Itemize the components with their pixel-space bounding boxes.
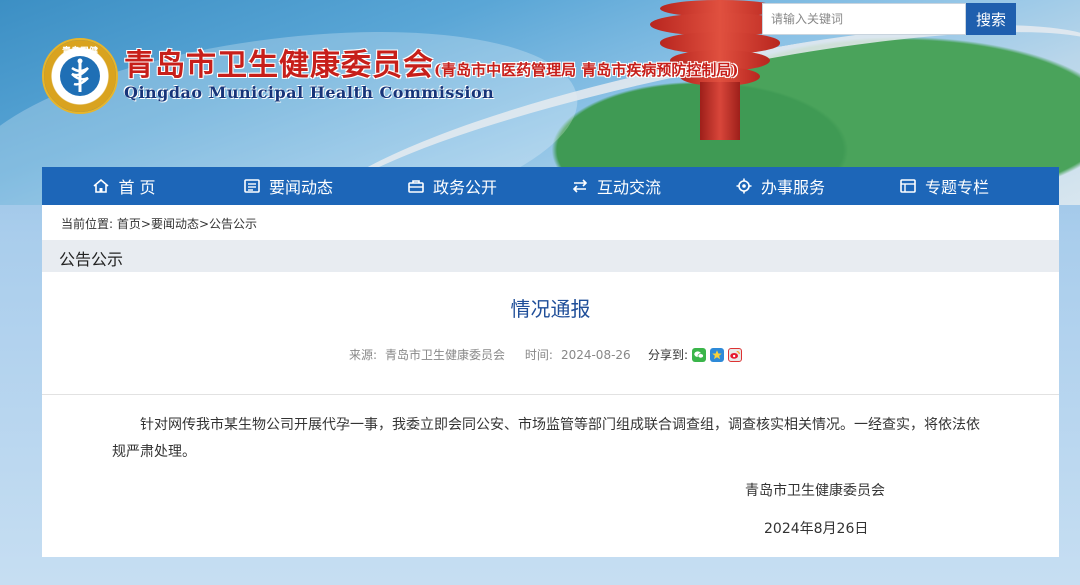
nav-item-gov-affairs[interactable]: 政务公开 <box>370 167 534 205</box>
nav-item-topics[interactable]: 专题专栏 <box>862 167 1026 205</box>
search-input[interactable] <box>762 3 966 35</box>
share-label: 分享到: <box>648 348 689 362</box>
time-text: 时间: 2024-08-26 <box>525 348 639 362</box>
nav-item-interaction[interactable]: 互动交流 <box>534 167 698 205</box>
qzone-icon[interactable] <box>710 347 725 362</box>
nav-item-label: 首 页 <box>118 178 156 197</box>
gear-icon <box>735 177 753 195</box>
site-title-main: 青岛市卫生健康委员会 <box>124 48 434 83</box>
nav-item-label: 互动交流 <box>596 178 661 197</box>
section-header: 公告公示 <box>42 240 1059 272</box>
source-text: 来源: 青岛市卫生健康委员会 <box>349 348 513 362</box>
nav-item-label: 专题专栏 <box>924 178 989 197</box>
site-title-en: Qingdao Municipal Health Commission <box>124 83 495 102</box>
nav-item-news[interactable]: 要闻动态 <box>206 167 370 205</box>
share-bar: 分享到: <box>648 346 743 363</box>
article-meta: 来源: 青岛市卫生健康委员会 时间: 2024-08-26 <box>349 346 647 363</box>
breadcrumb-notices[interactable]: 公告公示 <box>209 217 257 231</box>
source-value: 青岛市卫生健康委员会 <box>385 348 506 362</box>
section-title: 公告公示 <box>59 250 124 269</box>
time-label: 时间: <box>524 348 553 362</box>
article-body: 针对网传我市某生物公司开展代孕一事，我委立即会同公安、市场监管等部门组成联合调查… <box>112 417 980 460</box>
exchange-icon <box>571 177 589 195</box>
weibo-icon[interactable] <box>728 347 743 362</box>
nav-item-services[interactable]: 办事服务 <box>698 167 862 205</box>
content-panel: 当前位置: 首页>要闻动态>公告公示 公告公示 情况通报 来源: 青岛市卫生健康委… <box>42 205 1059 557</box>
nav-item-label: 要闻动态 <box>268 178 333 197</box>
news-icon <box>243 177 261 195</box>
search-bar: 搜索 <box>762 3 1016 35</box>
signature-org: 青岛市卫生健康委员会 <box>745 483 885 499</box>
breadcrumb-news[interactable]: 要闻动态 <box>151 217 199 231</box>
wechat-icon[interactable] <box>692 347 707 362</box>
nav-item-label: 办事服务 <box>760 178 825 197</box>
site-title-sub: (青岛市中医药管理局 青岛市疾病预防控制局) <box>434 61 739 79</box>
nav-item-label: 政务公开 <box>432 178 497 197</box>
source-label: 来源: <box>349 348 378 362</box>
nav-item-home[interactable]: 首 页 <box>42 167 206 205</box>
breadcrumb-prefix: 当前位置: <box>61 217 114 231</box>
main-nav: 首 页 要闻动态 政务公开 互动交流 办事服务 专题专栏 <box>42 167 1059 205</box>
time-value: 2024-08-26 <box>560 348 631 362</box>
breadcrumb-separator: > <box>140 217 151 231</box>
search-button[interactable]: 搜索 <box>966 3 1016 35</box>
breadcrumb-separator: > <box>198 217 210 231</box>
site-logo[interactable]: 青岛卫健 <box>42 38 118 114</box>
breadcrumb: 当前位置: 首页>要闻动态>公告公示 <box>61 215 257 232</box>
column-icon <box>899 177 917 195</box>
logo-text: 青岛卫健 <box>61 47 98 57</box>
caduceus-icon <box>60 56 100 96</box>
site-title: 青岛市卫生健康委员会(青岛市中医药管理局 青岛市疾病预防控制局) <box>124 40 738 84</box>
signature-date: 2024年8月26日 <box>764 521 869 537</box>
briefcase-icon <box>407 177 425 195</box>
home-icon <box>92 177 110 195</box>
breadcrumb-home[interactable]: 首页 <box>117 217 141 231</box>
article-title: 情况通报 <box>510 297 591 321</box>
content-divider <box>42 394 1059 395</box>
